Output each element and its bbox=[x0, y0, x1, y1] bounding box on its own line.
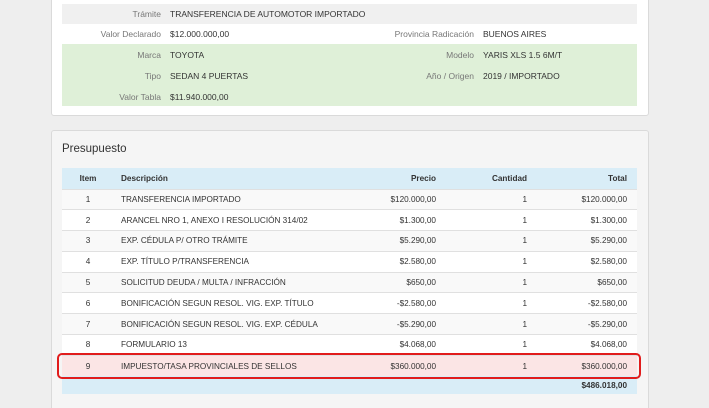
row-precio: $120.000,00 bbox=[344, 188, 438, 210]
row-descripcion: TRANSFERENCIA IMPORTADO bbox=[114, 188, 344, 210]
row-item: 4 bbox=[62, 250, 114, 273]
row-cantidad: 1 bbox=[438, 209, 533, 231]
tramite-label: Trámite bbox=[132, 9, 162, 19]
table-row: 4 EXP. TÍTULO P/TRANSFERENCIA $2.580,00 … bbox=[62, 250, 637, 273]
valor-declarado-value: $12.000.000,00 bbox=[170, 29, 230, 39]
marca-row: Marca TOYOTA Modelo YARIS XLS 1.5 6M/T bbox=[62, 45, 637, 64]
row-descripcion: FORMULARIO 13 bbox=[114, 334, 344, 356]
row-descripcion: ARANCEL NRO 1, ANEXO I RESOLUCIÓN 314/02 bbox=[114, 209, 344, 231]
row-total: $1.300,00 bbox=[533, 209, 637, 231]
tipo-value: SEDAN 4 PUERTAS bbox=[170, 70, 249, 81]
valor-declarado-label: Valor Declarado bbox=[100, 29, 161, 39]
row-item: 7 bbox=[62, 313, 114, 335]
provincia-value: BUENOS AIRES bbox=[483, 29, 547, 39]
row-descripcion: EXP. CÉDULA P/ OTRO TRÁMITE bbox=[114, 230, 344, 252]
row-cantidad: 1 bbox=[438, 313, 533, 335]
tipo-label: Tipo bbox=[144, 70, 161, 81]
tipo-row: Tipo SEDAN 4 PUERTAS Año / Origen 2019 /… bbox=[62, 66, 637, 85]
table-total-row: $486.018,00 bbox=[62, 376, 637, 395]
row-precio: $650,00 bbox=[344, 271, 438, 293]
grand-total: $486.018,00 bbox=[533, 376, 637, 395]
row-cantidad: 1 bbox=[438, 354, 533, 377]
tramite-value: TRANSFERENCIA DE AUTOMOTOR IMPORTADO bbox=[170, 9, 366, 19]
tramite-row: Trámite TRANSFERENCIA DE AUTOMOTOR IMPOR… bbox=[62, 4, 637, 24]
row-item: 5 bbox=[62, 271, 114, 293]
row-descripcion: IMPUESTO/TASA PROVINCIALES DE SELLOS bbox=[114, 354, 344, 377]
row-item: 1 bbox=[62, 188, 114, 210]
presupuesto-table: Item Descripción Precio Cantidad Total 1… bbox=[62, 168, 637, 395]
row-descripcion: SOLICITUD DEUDA / MULTA / INFRACCIÓN bbox=[114, 271, 344, 293]
row-total: $360.000,00 bbox=[533, 354, 637, 377]
table-row: 1 TRANSFERENCIA IMPORTADO $120.000,00 1 … bbox=[62, 188, 637, 210]
row-cantidad: 1 bbox=[438, 334, 533, 356]
table-row: 8 FORMULARIO 13 $4.068,00 1 $4.068,00 bbox=[62, 334, 637, 356]
row-descripcion: BONIFICACIÓN SEGUN RESOL. VIG. EXP. CÉDU… bbox=[114, 313, 344, 335]
anio-origen-label: Año / Origen bbox=[426, 70, 474, 81]
header-descripcion: Descripción bbox=[114, 168, 344, 189]
table-row: 2 ARANCEL NRO 1, ANEXO I RESOLUCIÓN 314/… bbox=[62, 209, 637, 231]
header-item: Item bbox=[62, 168, 114, 189]
row-total: $120.000,00 bbox=[533, 188, 637, 210]
presupuesto-title: Presupuesto bbox=[62, 143, 127, 155]
marca-label: Marca bbox=[137, 49, 161, 60]
row-precio: $1.300,00 bbox=[344, 209, 438, 231]
row-total: $2.580,00 bbox=[533, 250, 637, 273]
row-item: 2 bbox=[62, 209, 114, 231]
table-row-highlighted: 9 IMPUESTO/TASA PROVINCIALES DE SELLOS $… bbox=[62, 354, 637, 377]
row-total: $5.290,00 bbox=[533, 230, 637, 252]
table-row: 7 BONIFICACIÓN SEGUN RESOL. VIG. EXP. CÉ… bbox=[62, 313, 637, 335]
row-precio: $360.000,00 bbox=[344, 354, 438, 377]
table-row: 3 EXP. CÉDULA P/ OTRO TRÁMITE $5.290,00 … bbox=[62, 230, 637, 252]
modelo-value: YARIS XLS 1.5 6M/T bbox=[483, 49, 563, 60]
row-item: 3 bbox=[62, 230, 114, 252]
header-total: Total bbox=[533, 168, 637, 189]
row-cantidad: 1 bbox=[438, 188, 533, 210]
modelo-label: Modelo bbox=[446, 49, 474, 60]
row-precio: $4.068,00 bbox=[344, 334, 438, 356]
row-item: 6 bbox=[62, 292, 114, 314]
provincia-label: Provincia Radicación bbox=[394, 29, 474, 39]
row-total: $650,00 bbox=[533, 271, 637, 293]
row-item: 8 bbox=[62, 334, 114, 356]
row-descripcion: EXP. TÍTULO P/TRANSFERENCIA bbox=[114, 250, 344, 273]
row-precio: -$5.290,00 bbox=[344, 313, 438, 335]
row-precio: -$2.580,00 bbox=[344, 292, 438, 314]
valor-tabla-value: $11.940.000,00 bbox=[170, 91, 229, 102]
valor-tabla-label: Valor Tabla bbox=[119, 91, 161, 102]
valor-tabla-row: Valor Tabla $11.940.000,00 bbox=[62, 87, 637, 106]
anio-origen-value: 2019 / IMPORTADO bbox=[483, 70, 560, 81]
marca-value: TOYOTA bbox=[170, 49, 205, 60]
table-row: 6 BONIFICACIÓN SEGUN RESOL. VIG. EXP. TÍ… bbox=[62, 292, 637, 314]
row-item: 9 bbox=[62, 354, 114, 377]
row-cantidad: 1 bbox=[438, 250, 533, 273]
row-precio: $5.290,00 bbox=[344, 230, 438, 252]
row-descripcion: BONIFICACIÓN SEGUN RESOL. VIG. EXP. TÍTU… bbox=[114, 292, 344, 314]
row-cantidad: 1 bbox=[438, 230, 533, 252]
row-total: -$2.580,00 bbox=[533, 292, 637, 314]
row-total: $4.068,00 bbox=[533, 334, 637, 356]
row-cantidad: 1 bbox=[438, 271, 533, 293]
table-header-row: Item Descripción Precio Cantidad Total bbox=[62, 168, 637, 189]
row-total: -$5.290,00 bbox=[533, 313, 637, 335]
row-precio: $2.580,00 bbox=[344, 250, 438, 273]
header-cantidad: Cantidad bbox=[438, 168, 533, 189]
table-row: 5 SOLICITUD DEUDA / MULTA / INFRACCIÓN $… bbox=[62, 271, 637, 293]
row-cantidad: 1 bbox=[438, 292, 533, 314]
valor-declarado-row: Valor Declarado $12.000.000,00 Provincia… bbox=[62, 24, 637, 44]
header-precio: Precio bbox=[344, 168, 438, 189]
